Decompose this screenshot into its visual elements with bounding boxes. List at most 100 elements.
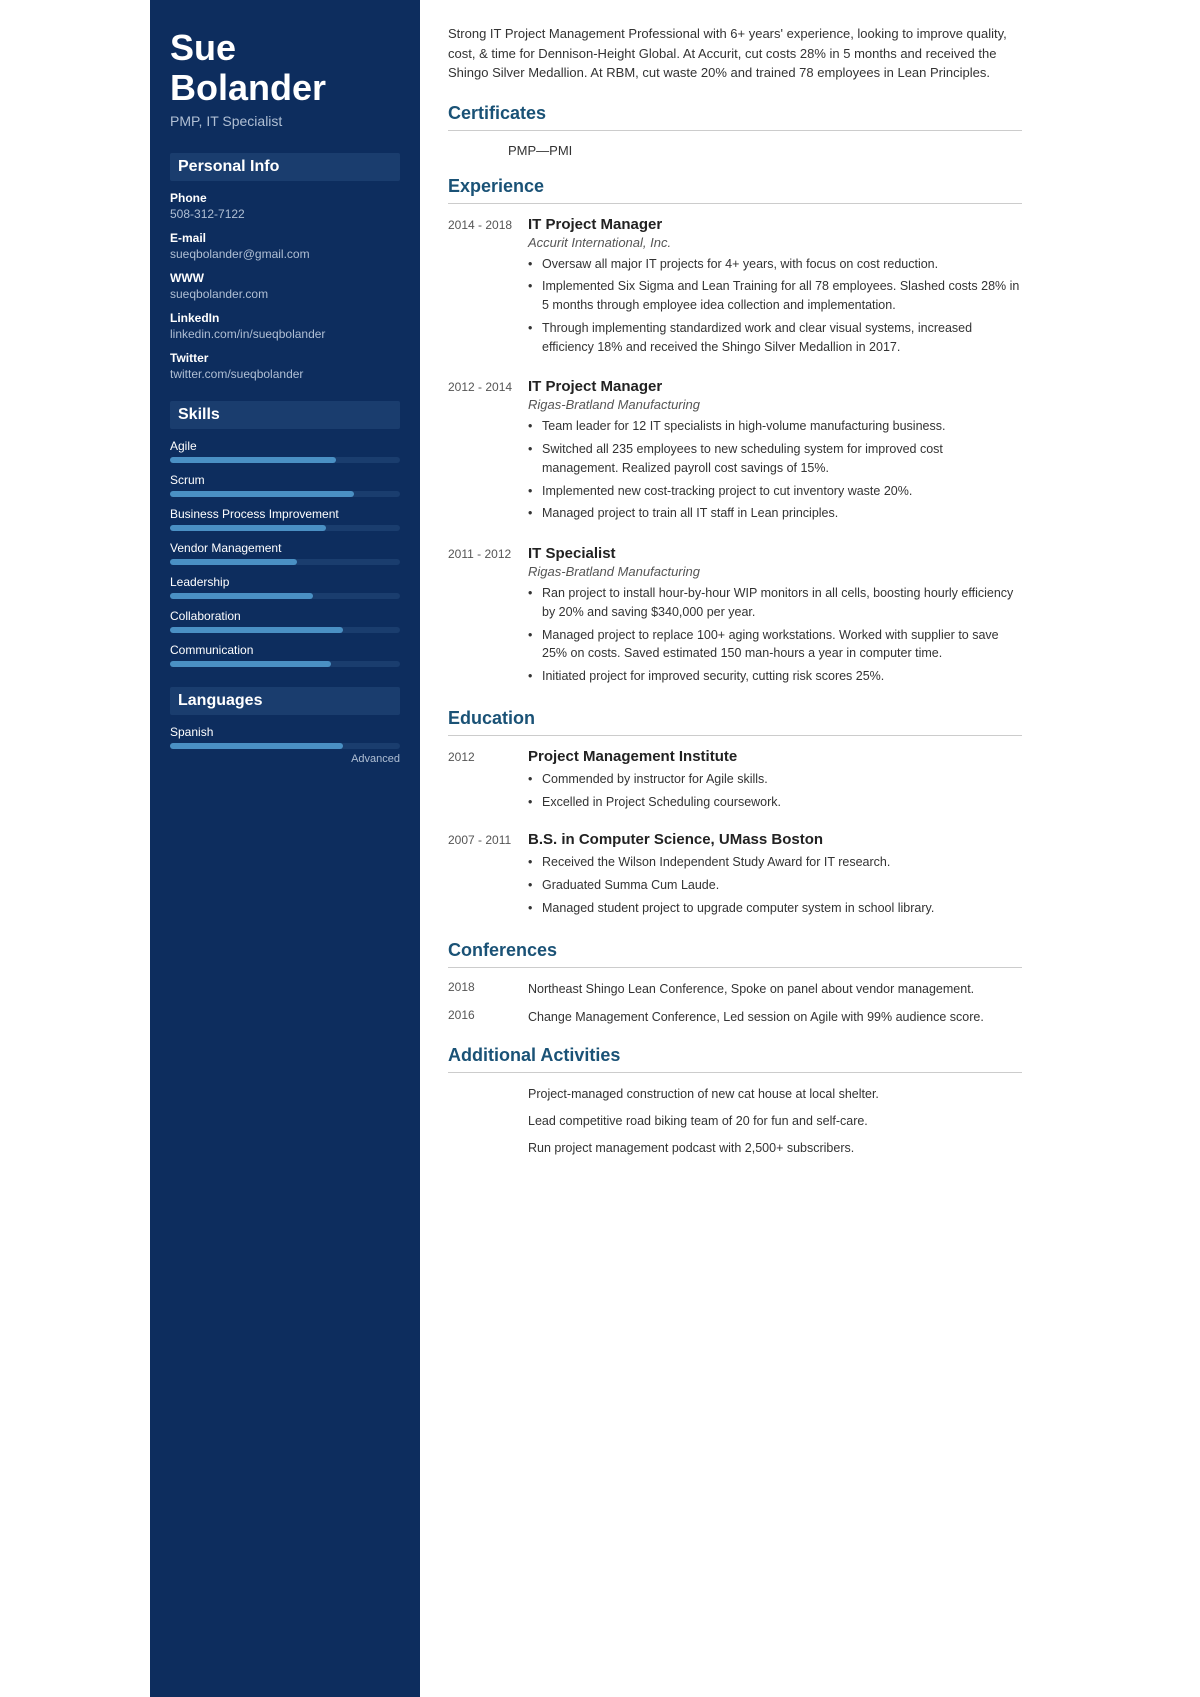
conferences-divider bbox=[448, 967, 1022, 968]
skill-bar-fill-6 bbox=[170, 661, 331, 667]
language-level-0: Advanced bbox=[170, 753, 400, 765]
skill-bar-2 bbox=[170, 525, 400, 531]
conf-desc-0: Northeast Shingo Lean Conference, Spoke … bbox=[528, 980, 1022, 999]
conferences-list: 2018 Northeast Shingo Lean Conference, S… bbox=[448, 980, 1022, 1028]
skill-bar-fill-4 bbox=[170, 593, 313, 599]
skill-item-0: Agile bbox=[170, 439, 400, 463]
exp-company-1: Rigas-Bratland Manufacturing bbox=[528, 397, 1022, 412]
edu-institution-1: B.S. in Computer Science, UMass Boston bbox=[528, 831, 1022, 848]
skill-name-1: Scrum bbox=[170, 473, 400, 487]
skill-bar-fill-1 bbox=[170, 491, 354, 497]
skill-name-0: Agile bbox=[170, 439, 400, 453]
skill-bar-0 bbox=[170, 457, 400, 463]
skill-item-2: Business Process Improvement bbox=[170, 507, 400, 531]
personal-info-section-title: Personal Info bbox=[170, 153, 400, 181]
www-label: WWW bbox=[170, 271, 400, 285]
exp-bullet: Switched all 235 employees to new schedu… bbox=[528, 440, 1022, 478]
experience-section-title: Experience bbox=[448, 176, 1022, 197]
edu-bullets-0: Commended by instructor for Agile skills… bbox=[528, 770, 1022, 812]
skill-name-4: Leadership bbox=[170, 575, 400, 589]
candidate-title: PMP, IT Specialist bbox=[170, 113, 400, 129]
skill-bar-3 bbox=[170, 559, 400, 565]
certificates-divider bbox=[448, 130, 1022, 131]
linkedin-value: linkedin.com/in/sueqbolander bbox=[170, 327, 400, 341]
skill-name-2: Business Process Improvement bbox=[170, 507, 400, 521]
education-section-title: Education bbox=[448, 708, 1022, 729]
activities-section-title: Additional Activities bbox=[448, 1045, 1022, 1066]
skill-item-3: Vendor Management bbox=[170, 541, 400, 565]
edu-bullet: Managed student project to upgrade compu… bbox=[528, 899, 1022, 918]
skill-item-5: Collaboration bbox=[170, 609, 400, 633]
sidebar: Sue Bolander PMP, IT Specialist Personal… bbox=[150, 0, 420, 1697]
edu-bullet: Received the Wilson Independent Study Aw… bbox=[528, 853, 1022, 872]
conf-row-1: 2016 Change Management Conference, Led s… bbox=[448, 1008, 1022, 1027]
language-name-0: Spanish bbox=[170, 725, 400, 739]
candidate-name: Sue Bolander bbox=[170, 28, 400, 107]
exp-bullets-1: Team leader for 12 IT specialists in hig… bbox=[528, 417, 1022, 523]
cert-item-0: PMP—PMI bbox=[448, 143, 1022, 158]
activities-list: Project-managed construction of new cat … bbox=[448, 1085, 1022, 1157]
skills-list: Agile Scrum Business Process Improvement… bbox=[170, 439, 400, 667]
skill-item-4: Leadership bbox=[170, 575, 400, 599]
exp-bullets-0: Oversaw all major IT projects for 4+ yea… bbox=[528, 255, 1022, 357]
phone-label: Phone bbox=[170, 191, 400, 205]
conf-row-0: 2018 Northeast Shingo Lean Conference, S… bbox=[448, 980, 1022, 999]
conf-year-1: 2016 bbox=[448, 1008, 528, 1027]
exp-bullet: Managed project to replace 100+ aging wo… bbox=[528, 626, 1022, 664]
skill-bar-1 bbox=[170, 491, 400, 497]
skill-bar-6 bbox=[170, 661, 400, 667]
cert-value-0: PMP—PMI bbox=[508, 143, 572, 158]
exp-company-2: Rigas-Bratland Manufacturing bbox=[528, 564, 1022, 579]
education-divider bbox=[448, 735, 1022, 736]
exp-bullet: Implemented Six Sigma and Lean Training … bbox=[528, 277, 1022, 315]
skill-bar-4 bbox=[170, 593, 400, 599]
skill-bar-5 bbox=[170, 627, 400, 633]
edu-content-0: Project Management Institute Commended b… bbox=[528, 748, 1022, 816]
education-list: 2012 Project Management Institute Commen… bbox=[448, 748, 1022, 922]
language-bar-0 bbox=[170, 743, 400, 749]
edu-year-0: 2012 bbox=[448, 748, 528, 816]
phone-value: 508-312-7122 bbox=[170, 207, 400, 221]
exp-row-1: 2012 - 2014 IT Project Manager Rigas-Bra… bbox=[448, 378, 1022, 527]
email-label: E-mail bbox=[170, 231, 400, 245]
edu-bullet: Commended by instructor for Agile skills… bbox=[528, 770, 1022, 789]
skill-item-1: Scrum bbox=[170, 473, 400, 497]
activity-item-2: Run project management podcast with 2,50… bbox=[528, 1139, 1022, 1158]
skill-bar-fill-0 bbox=[170, 457, 336, 463]
exp-year-2: 2011 - 2012 bbox=[448, 545, 528, 690]
twitter-value: twitter.com/sueqbolander bbox=[170, 367, 400, 381]
skill-bar-fill-3 bbox=[170, 559, 297, 565]
exp-bullet: Implemented new cost-tracking project to… bbox=[528, 482, 1022, 501]
exp-content-1: IT Project Manager Rigas-Bratland Manufa… bbox=[528, 378, 1022, 527]
skill-bar-fill-2 bbox=[170, 525, 326, 531]
main-content: Strong IT Project Management Professiona… bbox=[420, 0, 1050, 1697]
exp-row-0: 2014 - 2018 IT Project Manager Accurit I… bbox=[448, 216, 1022, 361]
certificates-section-title: Certificates bbox=[448, 103, 1022, 124]
twitter-label: Twitter bbox=[170, 351, 400, 365]
linkedin-label: LinkedIn bbox=[170, 311, 400, 325]
exp-bullets-2: Ran project to install hour-by-hour WIP … bbox=[528, 584, 1022, 686]
edu-year-1: 2007 - 2011 bbox=[448, 831, 528, 921]
exp-content-2: IT Specialist Rigas-Bratland Manufacturi… bbox=[528, 545, 1022, 690]
activity-item-0: Project-managed construction of new cat … bbox=[528, 1085, 1022, 1104]
exp-row-2: 2011 - 2012 IT Specialist Rigas-Bratland… bbox=[448, 545, 1022, 690]
exp-bullet: Through implementing standardized work a… bbox=[528, 319, 1022, 357]
skill-name-3: Vendor Management bbox=[170, 541, 400, 555]
conf-desc-1: Change Management Conference, Led sessio… bbox=[528, 1008, 1022, 1027]
conf-year-0: 2018 bbox=[448, 980, 528, 999]
edu-institution-0: Project Management Institute bbox=[528, 748, 1022, 765]
exp-bullet: Oversaw all major IT projects for 4+ yea… bbox=[528, 255, 1022, 274]
skill-item-6: Communication bbox=[170, 643, 400, 667]
skill-name-6: Communication bbox=[170, 643, 400, 657]
edu-content-1: B.S. in Computer Science, UMass Boston R… bbox=[528, 831, 1022, 921]
summary-text: Strong IT Project Management Professiona… bbox=[448, 24, 1022, 83]
exp-bullet: Ran project to install hour-by-hour WIP … bbox=[528, 584, 1022, 622]
exp-bullet: Initiated project for improved security,… bbox=[528, 667, 1022, 686]
skill-bar-fill-5 bbox=[170, 627, 343, 633]
exp-year-0: 2014 - 2018 bbox=[448, 216, 528, 361]
exp-bullet: Team leader for 12 IT specialists in hig… bbox=[528, 417, 1022, 436]
edu-bullet: Graduated Summa Cum Laude. bbox=[528, 876, 1022, 895]
language-bar-fill-0 bbox=[170, 743, 343, 749]
exp-job-title-1: IT Project Manager bbox=[528, 378, 1022, 395]
skill-name-5: Collaboration bbox=[170, 609, 400, 623]
